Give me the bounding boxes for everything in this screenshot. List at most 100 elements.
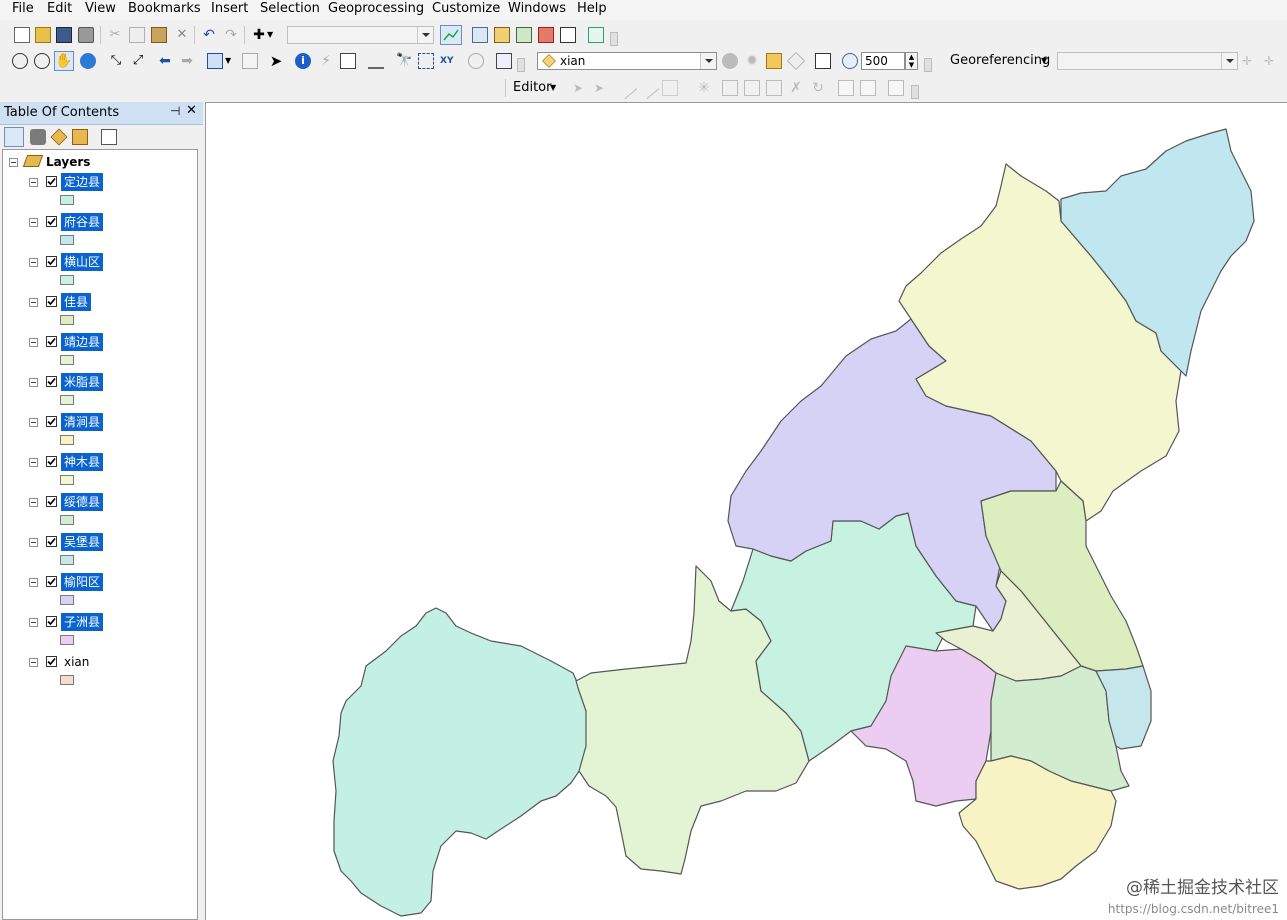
search-window-icon[interactable]: [516, 27, 532, 43]
save-icon[interactable]: [56, 27, 72, 43]
pin-icon[interactable]: ⊣: [170, 104, 180, 118]
pan-icon[interactable]: ✋: [54, 51, 74, 71]
identify-icon[interactable]: i: [295, 53, 311, 69]
visibility-checkbox[interactable]: [46, 216, 57, 227]
open-folder-icon[interactable]: [35, 27, 51, 43]
cut-polygons-icon[interactable]: [766, 80, 782, 96]
toc-layer-row[interactable]: 府谷县: [3, 213, 197, 231]
edit-annotation-icon[interactable]: ➤: [591, 80, 607, 96]
cut-icon[interactable]: ✂: [107, 27, 123, 43]
list-by-drawing-order-icon[interactable]: [4, 127, 24, 147]
collapse-icon[interactable]: [29, 498, 38, 507]
editor-menu[interactable]: Editor: [513, 80, 551, 95]
select-elements-icon[interactable]: ➤: [268, 53, 284, 69]
zoom-in-icon[interactable]: [12, 53, 28, 69]
toc-layer-row[interactable]: 榆阳区: [3, 573, 197, 591]
layer-name[interactable]: xian: [61, 653, 92, 671]
toc-layer-row[interactable]: 子洲县: [3, 613, 197, 631]
copy-icon[interactable]: [129, 27, 145, 43]
undo-icon[interactable]: ↶: [201, 27, 217, 43]
table-of-contents-icon[interactable]: [472, 27, 488, 43]
split-icon[interactable]: ✗: [788, 80, 804, 96]
straight-segment-icon[interactable]: [614, 76, 638, 100]
attributes-icon[interactable]: [838, 80, 854, 96]
toc-layer-row[interactable]: 清涧县: [3, 413, 197, 431]
delete-icon[interactable]: ✕: [174, 27, 190, 43]
toolbar-grip[interactable]: [610, 32, 618, 46]
trace-icon[interactable]: [662, 80, 678, 96]
toolbar-grip[interactable]: [911, 85, 919, 99]
chevron-down-icon[interactable]: ▼: [550, 80, 556, 96]
layer-symbol-swatch[interactable]: [60, 395, 74, 405]
measure-icon[interactable]: [368, 53, 384, 69]
collapse-icon[interactable]: [29, 258, 38, 267]
scale-input[interactable]: 500: [861, 52, 905, 70]
options-icon[interactable]: [101, 129, 117, 145]
paste-icon[interactable]: [151, 27, 167, 43]
redo-icon[interactable]: ↷: [223, 27, 239, 43]
menu-file[interactable]: File: [12, 1, 34, 17]
swipe-icon[interactable]: [766, 53, 782, 69]
scale-properties-icon[interactable]: [815, 53, 831, 69]
visibility-checkbox[interactable]: [46, 456, 57, 467]
menu-selection[interactable]: Selection: [260, 1, 320, 17]
layer-symbol-swatch[interactable]: [60, 435, 74, 445]
visibility-checkbox[interactable]: [46, 376, 57, 387]
collapse-icon[interactable]: [29, 338, 38, 347]
list-by-visibility-icon[interactable]: [50, 128, 68, 146]
python-window-icon[interactable]: [560, 27, 576, 43]
layer-name[interactable]: 吴堡县: [61, 533, 104, 551]
visibility-checkbox[interactable]: [46, 336, 57, 347]
collapse-icon[interactable]: [29, 218, 38, 227]
collapse-icon[interactable]: [29, 618, 38, 627]
point-icon[interactable]: ✳: [696, 80, 712, 96]
visibility-checkbox[interactable]: [46, 576, 57, 587]
menu-geoprocessing[interactable]: Geoprocessing: [328, 1, 424, 17]
layer-symbol-swatch[interactable]: [60, 235, 74, 245]
contrast-icon[interactable]: [722, 53, 738, 69]
zoom-out-icon[interactable]: [34, 53, 50, 69]
add-control-points-icon[interactable]: ✛: [1242, 53, 1258, 69]
layer-name[interactable]: 榆阳区: [61, 573, 104, 591]
map-canvas[interactable]: [206, 103, 1287, 920]
toc-layer-row[interactable]: 吴堡县: [3, 533, 197, 551]
visibility-checkbox[interactable]: [46, 256, 57, 267]
toolbar-grip[interactable]: [517, 58, 525, 72]
sketch-properties-icon[interactable]: [860, 80, 876, 96]
collapse-icon[interactable]: [29, 298, 38, 307]
layer-symbol-swatch[interactable]: [60, 555, 74, 565]
collapse-icon[interactable]: [29, 418, 38, 427]
menu-view[interactable]: View: [85, 1, 116, 17]
layer-name[interactable]: 横山区: [61, 253, 104, 271]
chevron-down-icon[interactable]: ▼: [267, 27, 277, 43]
toc-layer-row[interactable]: 米脂县: [3, 373, 197, 391]
georeferencing-menu[interactable]: Georeferencing: [950, 53, 1050, 68]
reshape-icon[interactable]: [744, 80, 760, 96]
clear-selection-icon[interactable]: [242, 53, 258, 69]
menu-help[interactable]: Help: [577, 1, 607, 17]
fixed-zoom-in-icon[interactable]: ⤡: [108, 53, 124, 69]
find-route-icon[interactable]: [418, 53, 434, 69]
map-scale-combo[interactable]: [287, 26, 434, 44]
go-to-xy-icon[interactable]: XY: [440, 53, 456, 69]
georef-layer-combo[interactable]: [1057, 52, 1238, 70]
layer-symbol-swatch[interactable]: [60, 675, 74, 685]
menu-windows[interactable]: Windows: [508, 1, 566, 17]
collapse-icon[interactable]: [29, 538, 38, 547]
list-by-source-icon[interactable]: [30, 129, 46, 145]
visibility-checkbox[interactable]: [46, 536, 57, 547]
toc-layer-row[interactable]: 靖边县: [3, 333, 197, 351]
visibility-checkbox[interactable]: [46, 656, 57, 667]
add-data-icon[interactable]: ✚: [251, 27, 267, 43]
create-features-icon[interactable]: [888, 80, 904, 96]
full-extent-icon[interactable]: [80, 53, 96, 69]
layer-symbol-swatch[interactable]: [60, 315, 74, 325]
layer-select-combo[interactable]: xian: [537, 52, 717, 70]
find-icon[interactable]: 🔭: [396, 53, 412, 69]
visibility-checkbox[interactable]: [46, 176, 57, 187]
create-viewer-icon[interactable]: [496, 53, 512, 69]
layer-name[interactable]: 子洲县: [61, 613, 104, 631]
editor-toolbar-icon[interactable]: [440, 25, 462, 45]
toc-layer-row[interactable]: xian: [3, 653, 197, 671]
menu-bookmarks[interactable]: Bookmarks: [128, 1, 201, 17]
